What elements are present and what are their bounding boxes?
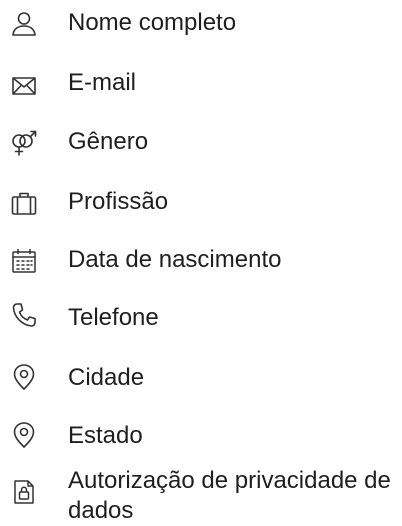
field-profession[interactable]: Profissão xyxy=(0,185,402,219)
field-label: Nome completo xyxy=(68,9,237,36)
calendar-icon xyxy=(10,247,38,275)
field-label: Gênero xyxy=(68,128,149,155)
field-label: E-mail xyxy=(68,69,137,96)
field-birth-date[interactable]: Data de nascimento xyxy=(0,243,402,277)
field-label: Cidade xyxy=(68,364,145,391)
field-label: Estado xyxy=(68,422,143,449)
field-label: Autorização de privacidade de dados xyxy=(68,467,391,524)
lock-document-icon xyxy=(10,478,38,506)
field-city[interactable]: Cidade xyxy=(0,361,402,397)
map-pin-icon xyxy=(10,363,38,391)
field-gender[interactable]: Gênero xyxy=(0,125,402,161)
person-icon xyxy=(10,10,38,38)
envelope-icon xyxy=(10,72,38,100)
briefcase-icon xyxy=(10,189,38,217)
gender-icon xyxy=(10,129,38,157)
phone-icon xyxy=(10,301,38,329)
field-label: Data de nascimento xyxy=(68,246,282,273)
field-email[interactable]: E-mail xyxy=(0,66,402,98)
field-label: Telefone xyxy=(68,304,159,331)
map-pin-icon xyxy=(10,421,38,449)
field-phone[interactable]: Telefone xyxy=(0,301,402,337)
field-state[interactable]: Estado xyxy=(0,419,402,455)
profile-fields-list: Nome completo E-mail Gênero Profissão Da… xyxy=(0,0,402,525)
field-privacy-authorization[interactable]: Autorização de privacidade de dados xyxy=(0,466,402,526)
field-full-name[interactable]: Nome completo xyxy=(0,6,402,38)
field-label: Profissão xyxy=(68,188,169,215)
